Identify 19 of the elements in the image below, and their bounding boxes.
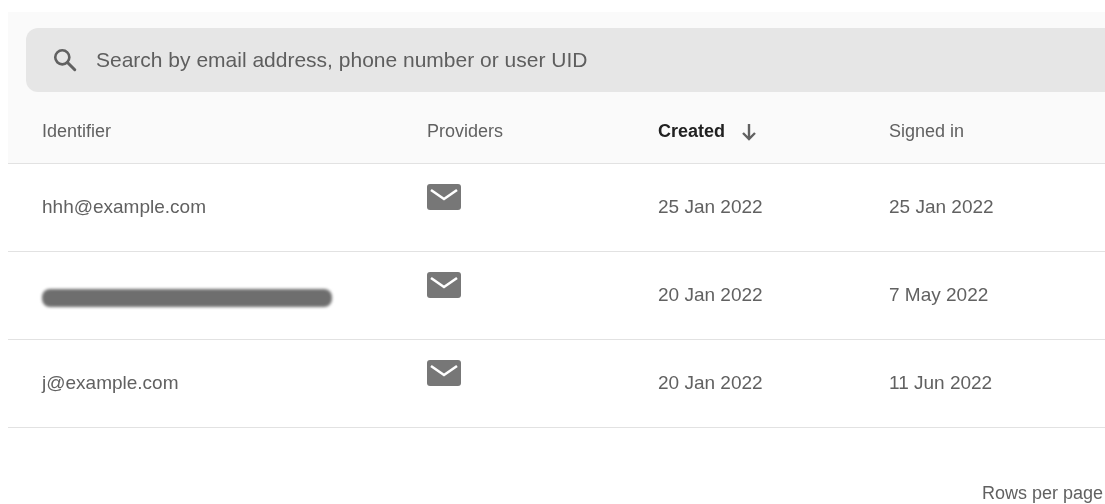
signed-in-cell: 7 May 2022 xyxy=(889,284,989,306)
email-icon xyxy=(427,271,461,298)
search-icon xyxy=(52,47,78,73)
search-field[interactable]: Search by email address, phone number or user UID xyxy=(26,28,1105,92)
signed-in-cell: 11 Jun 2022 xyxy=(889,372,993,394)
created-cell: 25 Jan 2022 xyxy=(658,196,763,218)
rows-per-page-label: Rows per page xyxy=(981,483,1103,503)
identifier-cell: j@example.com xyxy=(42,372,179,394)
created-cell: 20 Jan 2022 xyxy=(658,372,763,394)
column-header[interactable]: Providers xyxy=(427,118,504,145)
email-icon xyxy=(427,183,461,210)
column-header[interactable]: Identifier xyxy=(42,118,112,145)
email-icon xyxy=(427,359,461,386)
column-header[interactable]: Created xyxy=(658,118,726,145)
created-cell: 20 Jan 2022 xyxy=(658,284,763,306)
sort-arrow-icon[interactable] xyxy=(741,121,758,142)
column-header[interactable]: Signed in xyxy=(889,118,965,145)
identifier-cell: hhh@example.com xyxy=(42,196,206,218)
signed-in-cell: 25 Jan 2022 xyxy=(889,196,994,218)
